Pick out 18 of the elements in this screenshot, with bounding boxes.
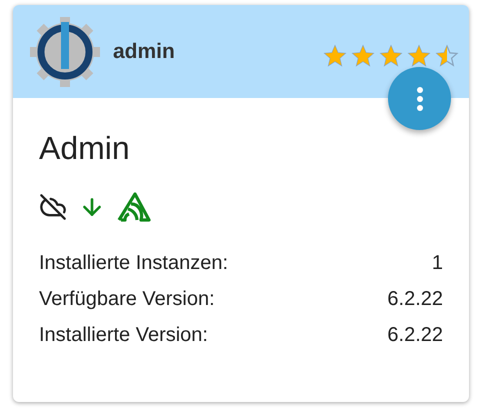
star-icon (351, 44, 375, 68)
star-icon (407, 44, 431, 68)
detail-value: 1 (432, 251, 443, 276)
signal-waves-icon (117, 192, 151, 222)
star-icon (379, 44, 403, 68)
adapter-title: Admin (39, 132, 131, 164)
more-icon (416, 86, 424, 110)
adapter-name: admin (113, 38, 175, 65)
star-icon (435, 44, 459, 68)
detail-value: 6.2.22 (387, 287, 443, 312)
cloud-off-icon (39, 193, 67, 221)
detail-value: 6.2.22 (387, 323, 443, 348)
detail-label: Installierte Version: (39, 323, 208, 348)
star-icon (323, 44, 347, 68)
logo-icon (29, 16, 101, 88)
detail-label: Verfügbare Version: (39, 287, 215, 312)
more-button[interactable] (388, 67, 451, 130)
detail-label: Installierte Instanzen: (39, 251, 228, 276)
